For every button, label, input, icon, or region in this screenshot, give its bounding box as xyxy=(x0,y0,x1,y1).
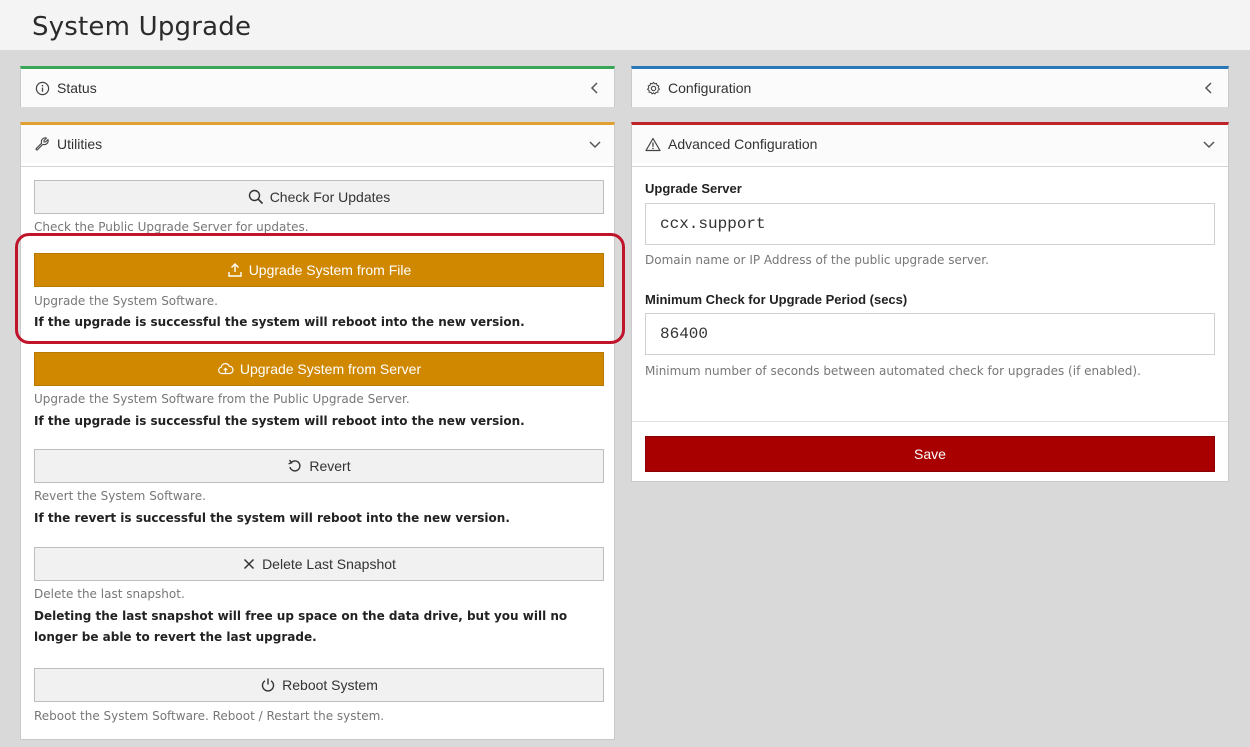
min-check-period-input[interactable] xyxy=(645,313,1215,355)
status-panel-title: Status xyxy=(57,80,97,96)
cloud-upload-icon xyxy=(217,361,234,377)
configuration-panel: Configuration xyxy=(631,66,1229,107)
configuration-panel-header[interactable]: Configuration xyxy=(632,69,1228,107)
upgrade-from-server-description: Upgrade the System Software from the Pub… xyxy=(34,392,410,406)
undo-icon xyxy=(287,458,303,474)
power-icon xyxy=(260,677,276,693)
upgrade-from-server-label: Upgrade System from Server xyxy=(239,361,422,377)
close-icon xyxy=(242,557,256,571)
revert-description: Revert the System Software. xyxy=(34,489,206,503)
chevron-left-icon[interactable] xyxy=(588,81,602,95)
search-icon xyxy=(248,189,264,205)
delete-last-snapshot-description: Delete the last snapshot. xyxy=(34,587,185,601)
chevron-down-icon[interactable] xyxy=(588,137,602,151)
advanced-configuration-panel-header[interactable]: Advanced Configuration xyxy=(632,125,1228,163)
reboot-system-description: Reboot the System Software. Reboot / Res… xyxy=(34,709,385,723)
page-header: System Upgrade xyxy=(0,0,1250,50)
advanced-configuration-panel-title: Advanced Configuration xyxy=(668,136,818,152)
warning-icon xyxy=(644,135,662,153)
upgrade-server-input[interactable] xyxy=(645,203,1215,245)
utilities-panel-header[interactable]: Utilities xyxy=(21,125,614,163)
min-check-period-label: Minimum Check for Upgrade Period (secs) xyxy=(645,292,908,307)
configuration-panel-title: Configuration xyxy=(668,80,752,96)
upgrade-from-server-note: If the upgrade is successful the system … xyxy=(34,414,525,428)
reboot-system-button[interactable]: Reboot System xyxy=(34,668,604,702)
advanced-configuration-panel: Advanced Configuration Upgrade Server Do… xyxy=(631,122,1229,482)
delete-last-snapshot-label: Delete Last Snapshot xyxy=(262,556,396,572)
utilities-panel-title: Utilities xyxy=(57,136,103,152)
revert-note: If the revert is successful the system w… xyxy=(34,511,510,525)
chevron-left-icon[interactable] xyxy=(1202,81,1216,95)
check-for-updates-button[interactable]: Check For Updates xyxy=(34,180,604,214)
wrench-icon xyxy=(33,135,51,153)
delete-last-snapshot-button[interactable]: Delete Last Snapshot xyxy=(34,547,604,581)
delete-last-snapshot-note: Deleting the last snapshot will free up … xyxy=(34,609,568,644)
min-check-period-help: Minimum number of seconds between automa… xyxy=(645,364,1141,378)
page-title: System Upgrade xyxy=(32,12,252,42)
reboot-system-label: Reboot System xyxy=(282,677,378,693)
form-divider xyxy=(632,421,1228,422)
check-for-updates-label: Check For Updates xyxy=(269,189,391,205)
revert-button[interactable]: Revert xyxy=(34,449,604,483)
info-icon xyxy=(33,79,51,97)
chevron-down-icon[interactable] xyxy=(1202,137,1216,151)
status-panel-header[interactable]: Status xyxy=(21,69,614,107)
utilities-panel: Utilities Check For Updates Check the Pu… xyxy=(20,122,615,740)
revert-label: Revert xyxy=(309,458,351,474)
gear-icon xyxy=(644,79,662,97)
upgrade-server-help: Domain name or IP Address of the public … xyxy=(645,253,989,267)
highlight-outline xyxy=(15,233,625,344)
status-panel: Status xyxy=(20,66,615,107)
save-button[interactable]: Save xyxy=(645,436,1215,472)
upgrade-server-label: Upgrade Server xyxy=(645,181,742,196)
upgrade-from-server-button[interactable]: Upgrade System from Server xyxy=(34,352,604,386)
